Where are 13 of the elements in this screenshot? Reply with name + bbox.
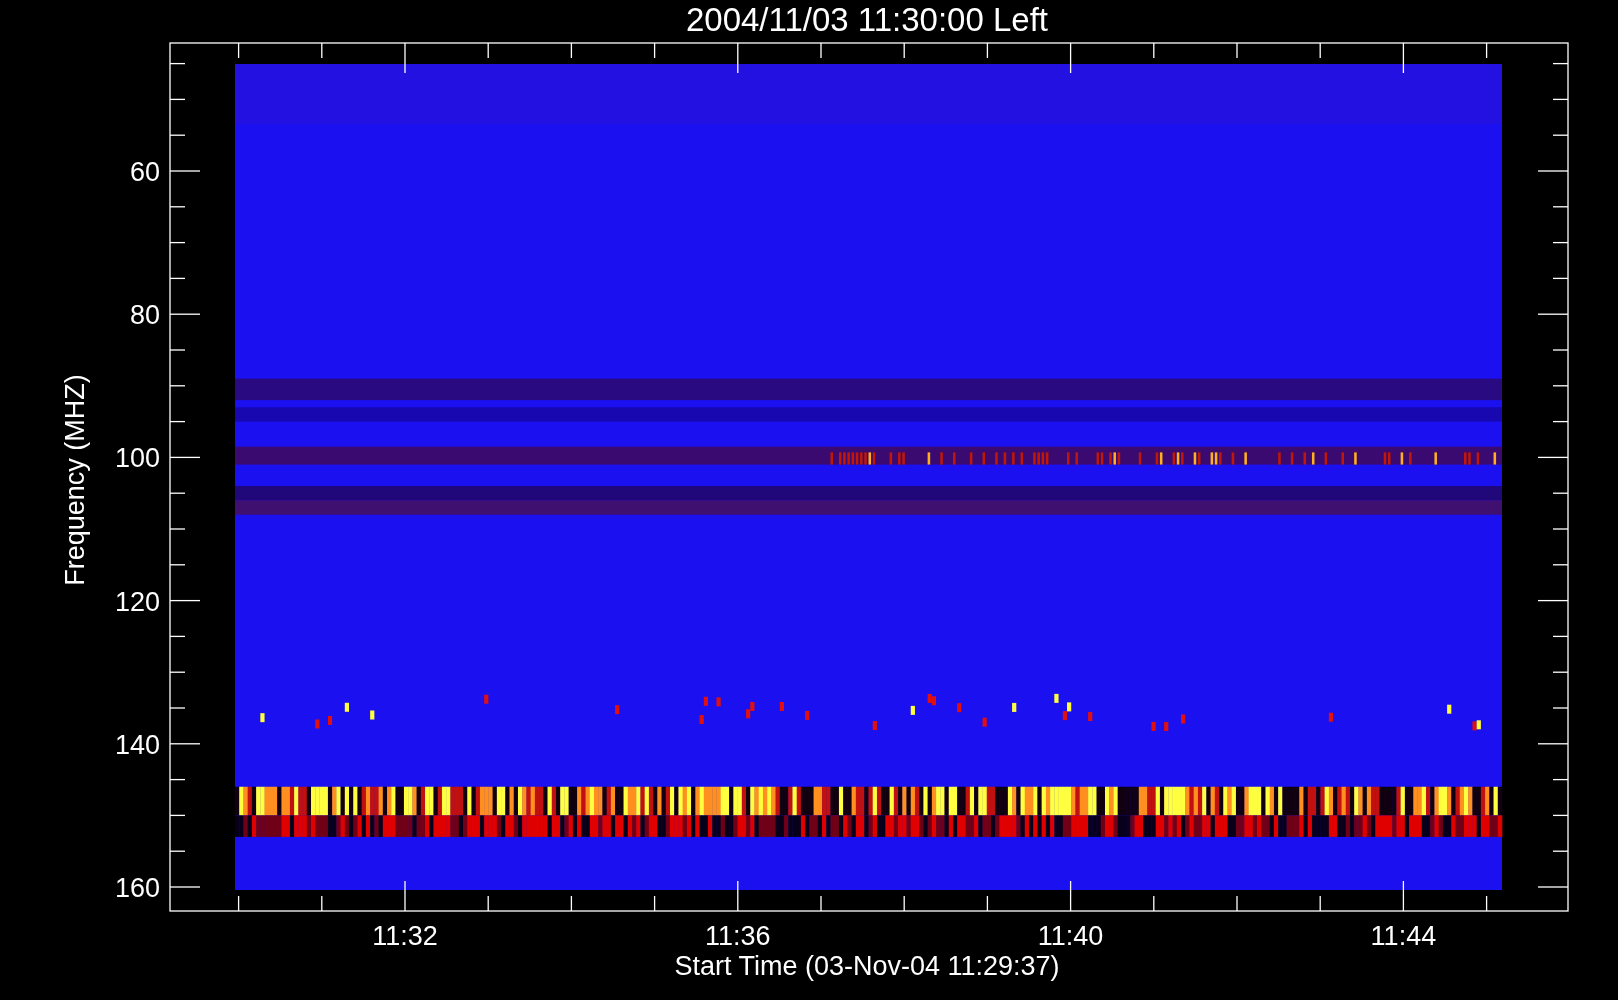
tick-label: 11:32 [372,921,438,951]
chart-title: 2004/11/03 11:30:00 Left [685,1,1049,38]
tick-label: 11:40 [1037,921,1104,951]
tick-label: 80 [129,300,160,331]
tick-label: 140 [114,729,160,760]
tick-label: 120 [114,586,160,617]
tick-label: 11:36 [705,921,771,951]
y-axis-label: Frequency (MHZ) [60,374,90,586]
x-axis-label: Start Time (03-Nov-04 11:29:37) [674,951,1060,981]
tick-label: 100 [114,443,160,474]
tick-label: 11:44 [1370,921,1437,951]
tick-label: 60 [129,157,160,187]
tick-label: 160 [114,873,160,903]
